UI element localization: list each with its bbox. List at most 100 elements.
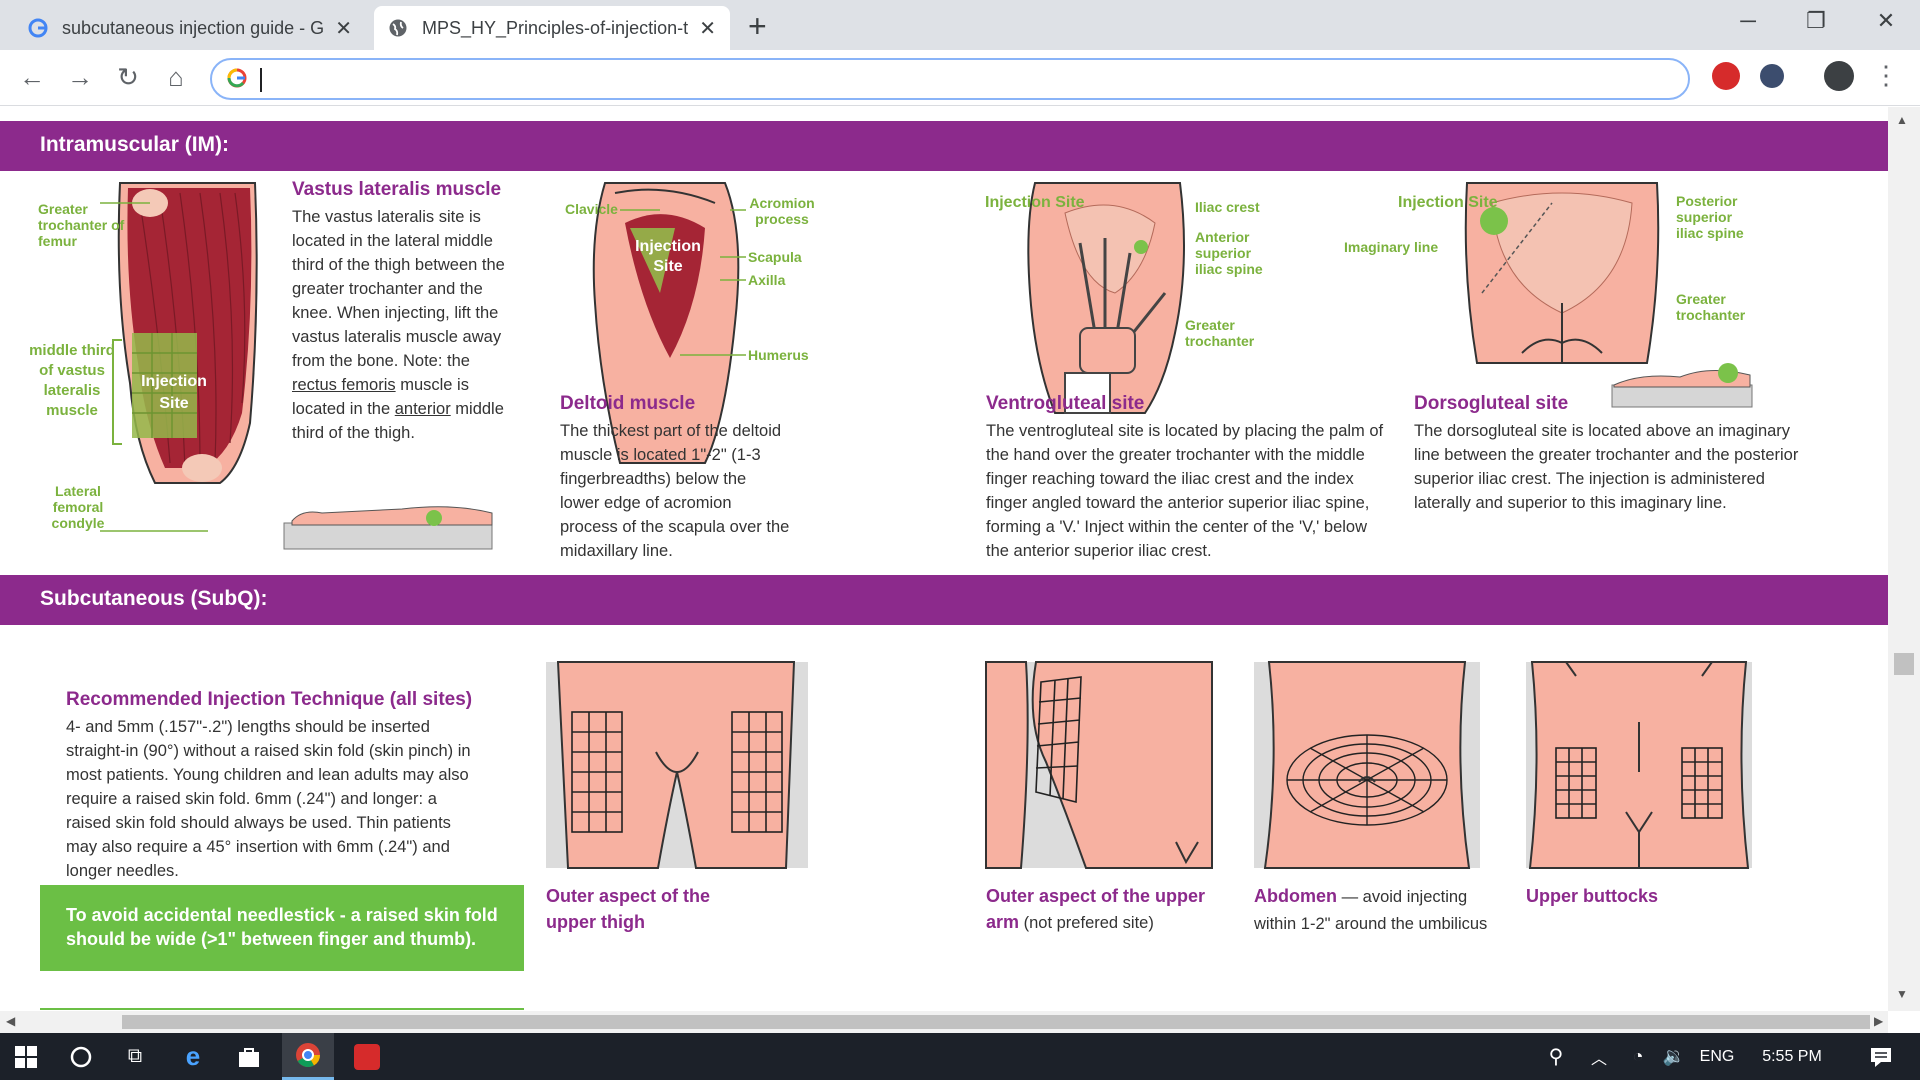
- reload-icon[interactable]: ↻: [110, 62, 146, 93]
- back-icon[interactable]: ←: [14, 62, 50, 93]
- label-acromion: Acromion process: [749, 195, 815, 227]
- google-icon: [28, 18, 48, 38]
- action-center-icon: [1871, 1047, 1891, 1067]
- label-humerus: Humerus: [748, 347, 809, 363]
- divider: [40, 1008, 524, 1010]
- windows-start-icon[interactable]: [0, 1033, 52, 1080]
- vastus-heading: Vastus lateralis muscle: [292, 179, 502, 200]
- scroll-left-icon[interactable]: ◀: [6, 1014, 15, 1028]
- tab-title: subcutaneous injection guide - G: [62, 17, 325, 38]
- window-close-icon[interactable]: ✕: [1866, 8, 1906, 34]
- close-icon[interactable]: ✕: [335, 16, 352, 41]
- thigh-subq-illustration: [546, 661, 808, 869]
- arm-caption: Outer aspect of the upper arm (not prefe…: [986, 883, 1216, 936]
- wifi-icon[interactable]: ◔: [1620, 1033, 1656, 1080]
- label-ventro-greater: Greater trochanter: [1185, 317, 1255, 349]
- store-icon[interactable]: [226, 1033, 272, 1080]
- scroll-up-icon[interactable]: ▲: [1896, 113, 1908, 127]
- scroll-right-icon[interactable]: ▶: [1874, 1014, 1883, 1028]
- vertical-scrollbar[interactable]: ▲ ▼: [1888, 107, 1920, 1011]
- abdomen-caption-bold: Abdomen: [1254, 886, 1337, 906]
- needlestick-tip: To avoid accidental needlestick - a rais…: [40, 885, 524, 971]
- volume-icon[interactable]: 🔉: [1656, 1033, 1692, 1080]
- scroll-down-icon[interactable]: ▼: [1896, 987, 1908, 1001]
- label-imaginary-line: Imaginary line: [1344, 239, 1439, 255]
- profile-icon[interactable]: [1824, 61, 1854, 91]
- horizontal-scrollbar[interactable]: ◀ ▶: [0, 1011, 1888, 1033]
- vastus-text-part: The vastus lateralis site is located in …: [292, 208, 505, 370]
- globe-icon: [389, 19, 407, 37]
- label-clavicle: Clavicle: [565, 201, 618, 217]
- close-icon[interactable]: ✕: [699, 16, 716, 41]
- thigh-caption: Outer aspect of the upper thigh: [546, 886, 711, 932]
- chevron-up-icon[interactable]: ︿: [1584, 1033, 1614, 1080]
- tab-bar: subcutaneous injection guide - G ✕ MPS_H…: [0, 0, 1920, 50]
- prone-patient-icon: [1611, 363, 1753, 408]
- ventro-text: The ventrogluteal site is located by pla…: [986, 422, 1384, 560]
- address-bar[interactable]: [210, 58, 1690, 100]
- red-app-icon: [354, 1043, 380, 1070]
- chrome-taskbar-icon[interactable]: [282, 1033, 334, 1080]
- edge-icon[interactable]: e: [170, 1033, 216, 1080]
- technique-heading: Recommended Injection Technique (all sit…: [66, 689, 473, 710]
- label-scapula: Scapula: [748, 249, 802, 265]
- anterior-term: anterior: [394, 400, 451, 418]
- arm-subq-illustration: [985, 661, 1213, 869]
- deltoid-leader-lines: [620, 209, 746, 356]
- buttocks-subq-illustration: [1526, 661, 1752, 869]
- pdf-page: Intramuscular (IM): Greater trochanter o…: [0, 107, 1888, 1011]
- tab-title: MPS_HY_Principles-of-injection-t: [422, 17, 689, 38]
- label-dorso-greater: Greater trochanter: [1676, 291, 1746, 323]
- subq-band: Subcutaneous (SubQ):: [0, 575, 1888, 625]
- label-ventro-site: Injection Site: [985, 194, 1085, 211]
- tab-pdf[interactable]: MPS_HY_Principles-of-injection-t ✕: [374, 6, 730, 50]
- rectus-femoris-term: rectus femoris: [292, 376, 396, 394]
- horizontal-scroll-thumb[interactable]: [122, 1015, 1870, 1029]
- minimize-icon[interactable]: ─: [1728, 8, 1768, 34]
- cortana-circle-icon: [70, 1046, 92, 1067]
- technique-text: 4- and 5mm (.157"-.2") lengths should be…: [66, 718, 471, 880]
- abdomen-caption: Abdomen — avoid injecting within 1-2" ar…: [1254, 883, 1504, 937]
- ventro-heading: Ventrogluteal site: [986, 393, 1145, 414]
- clock[interactable]: 5:55 PM: [1752, 1033, 1832, 1080]
- im-band: Intramuscular (IM):: [0, 121, 1888, 171]
- dorso-heading: Dorsogluteal site: [1414, 393, 1569, 414]
- home-icon[interactable]: ⌂: [158, 62, 194, 93]
- app-taskbar-icon[interactable]: [344, 1033, 390, 1080]
- text-caret: [260, 68, 262, 92]
- vastus-text: The vastus lateralis site is located in …: [292, 205, 512, 445]
- google-icon: [227, 68, 247, 88]
- label-dorso-site: Injection Site: [1398, 194, 1498, 211]
- extension-icon[interactable]: [1712, 62, 1740, 90]
- browser-toolbar: ← → ↻ ⌂ ⋮: [0, 50, 1920, 106]
- new-tab-button[interactable]: +: [748, 8, 767, 45]
- label-iliac-crest: Iliac crest: [1195, 199, 1260, 215]
- label-anterior-spine: Anterior superior iliac spine: [1195, 229, 1263, 277]
- language-indicator[interactable]: ENG: [1694, 1033, 1740, 1080]
- deltoid-heading: Deltoid muscle: [560, 393, 696, 414]
- cursor-extension-icon[interactable]: [1760, 64, 1784, 88]
- windows-logo-icon: [15, 1045, 37, 1068]
- label-leader-lines: [100, 202, 208, 532]
- lying-patient-icon: [283, 506, 493, 550]
- arm-caption-rest: (not prefered site): [1019, 914, 1154, 932]
- dorso-text: The dorsogluteal site is located above a…: [1414, 422, 1799, 512]
- hip-hand-illustration: [1027, 182, 1185, 414]
- label-axilla: Axilla: [748, 272, 786, 288]
- abdomen-subq-illustration: [1254, 661, 1480, 869]
- task-view-icon[interactable]: ⧉: [112, 1033, 158, 1080]
- people-icon[interactable]: ⚲: [1538, 1033, 1574, 1080]
- label-posterior-spine: Posterior superior iliac spine: [1676, 193, 1744, 241]
- chrome-logo-icon: [296, 1043, 320, 1068]
- search-icon[interactable]: [58, 1033, 104, 1080]
- store-bag-icon: [239, 1047, 259, 1067]
- tab-search[interactable]: subcutaneous injection guide - G ✕: [14, 6, 366, 50]
- menu-icon[interactable]: ⋮: [1868, 60, 1904, 91]
- taskbar: ⧉ e ⚲ ︿ ◔ 🔉 ENG 5:55 PM: [0, 1033, 1920, 1080]
- deltoid-text: The thickest part of the deltoid muscle …: [560, 422, 790, 560]
- notification-icon[interactable]: [1856, 1033, 1906, 1080]
- buttocks-caption: Upper buttocks: [1526, 886, 1659, 906]
- restore-icon[interactable]: ❐: [1796, 8, 1836, 34]
- forward-icon[interactable]: →: [62, 62, 98, 93]
- vertical-scroll-thumb[interactable]: [1894, 653, 1914, 675]
